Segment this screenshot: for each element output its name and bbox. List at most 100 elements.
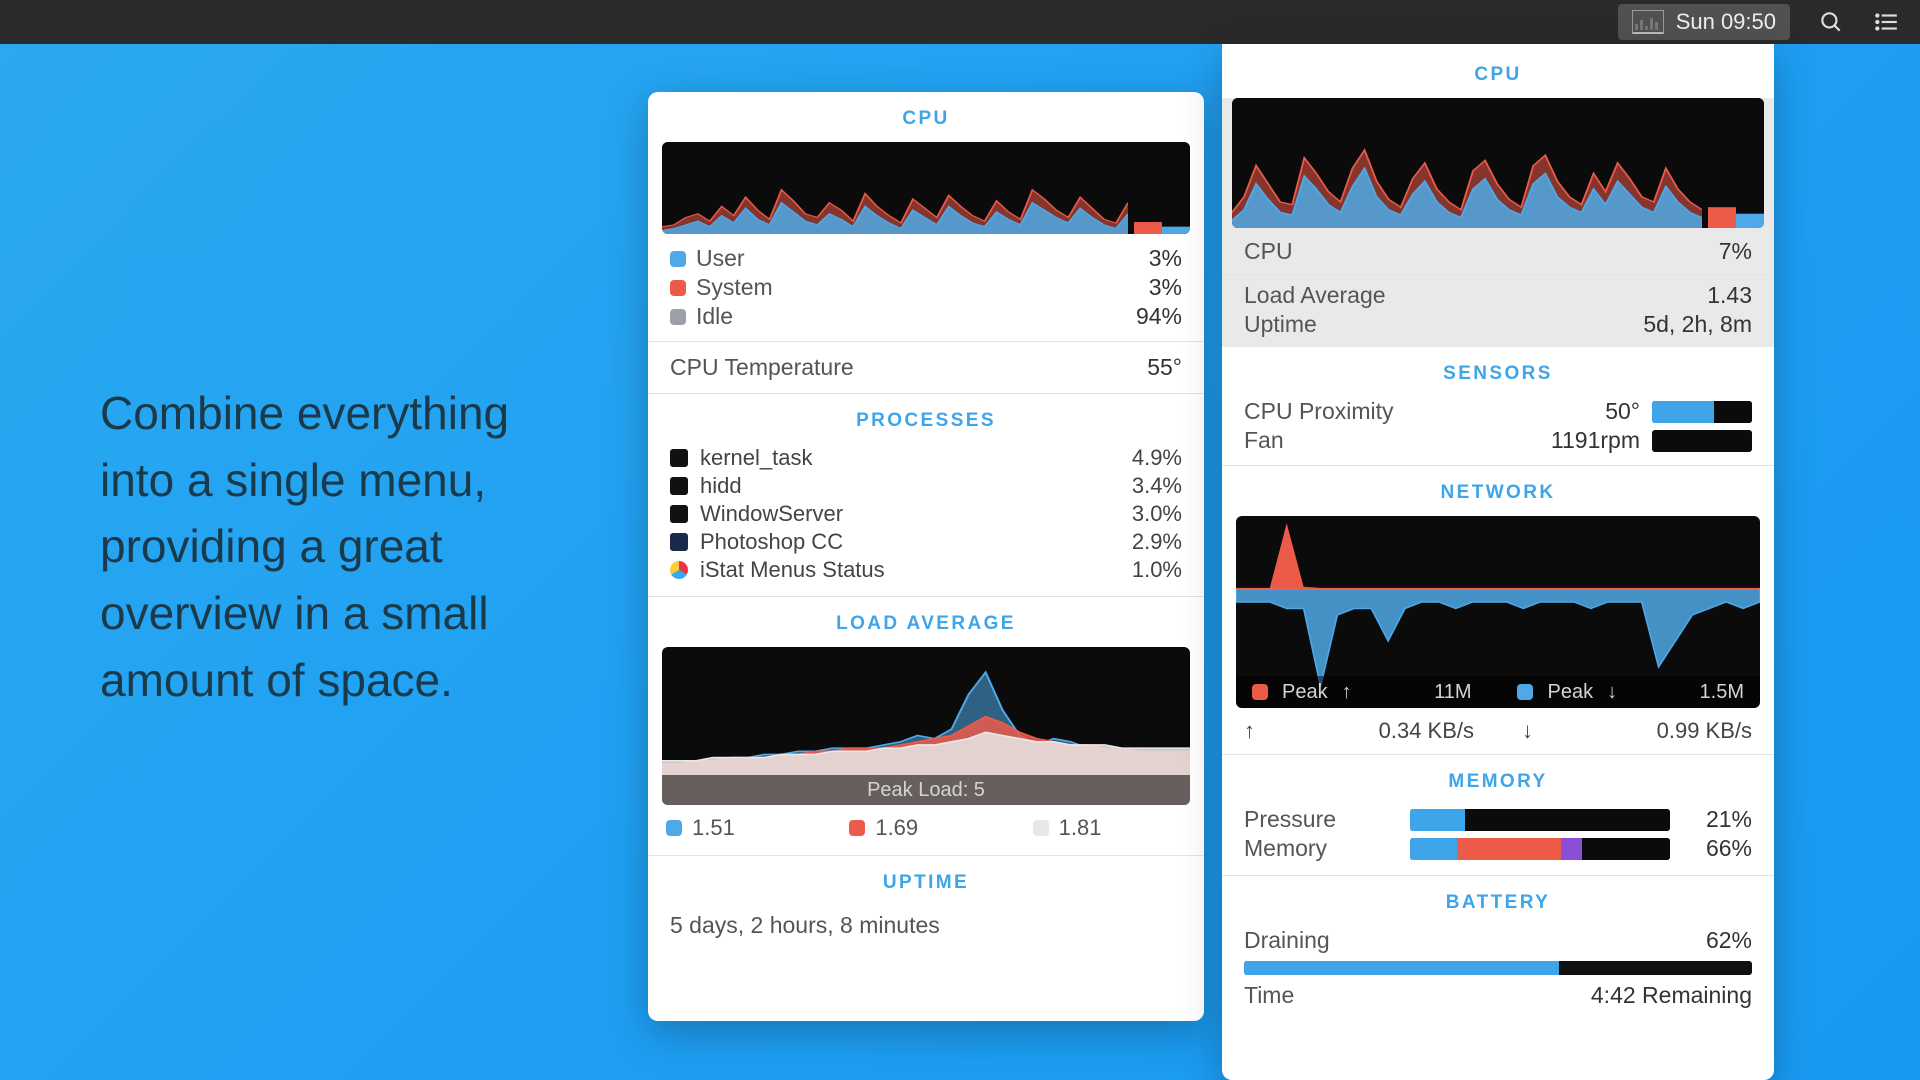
cpu-sparkline-r	[1232, 98, 1702, 228]
section-title-memory: MEMORY	[1222, 755, 1774, 805]
legend-value: 3%	[1149, 245, 1182, 272]
sensor-label: CPU Proximity	[1244, 398, 1605, 425]
pressure-value: 21%	[1706, 806, 1752, 833]
peak-up-value: 11M	[1434, 681, 1471, 704]
uptime-value-r: 5d, 2h, 8m	[1643, 311, 1752, 338]
load-avg-cell: 1.51	[666, 815, 819, 841]
load-avg-label: Load Average	[1244, 282, 1386, 309]
legend-value: 3%	[1149, 274, 1182, 301]
cpu-graph	[662, 142, 1190, 234]
cpu-temp-label: CPU Temperature	[670, 354, 854, 381]
section-title-uptime: UPTIME	[648, 856, 1204, 906]
cpu-temp-value: 55°	[1147, 354, 1182, 381]
legend-label: System	[696, 274, 773, 301]
peak-dn-label: Peak	[1547, 681, 1593, 704]
cpu-graph-side-r	[1708, 98, 1764, 228]
sensor-label: Fan	[1244, 427, 1551, 454]
process-row[interactable]: Photoshop CC 2.9%	[648, 528, 1204, 556]
section-title-load: LOAD AVERAGE	[648, 597, 1204, 647]
cpu-legend-row: System 3%	[648, 273, 1204, 302]
legend-dot-up	[1252, 684, 1268, 700]
load-graph: Peak Load: 5	[662, 647, 1190, 805]
cpu-legend-row: User3%	[648, 244, 1204, 273]
cpu-graph-r	[1232, 98, 1764, 228]
legend-dot	[670, 251, 686, 267]
pressure-bar	[1410, 809, 1670, 831]
pressure-label: Pressure	[1244, 806, 1374, 833]
cpu-summary-value: 7%	[1719, 238, 1752, 265]
load-avg-num: 1.69	[875, 815, 918, 841]
legend-dot	[666, 820, 682, 836]
process-name: iStat Menus Status	[700, 557, 885, 583]
arrow-down-icon: ↓	[1607, 681, 1617, 704]
process-name: Photoshop CC	[700, 529, 843, 555]
battery-time-label: Time	[1244, 982, 1294, 1009]
sensor-value: 1191rpm	[1551, 427, 1640, 454]
section-title-cpu: CPU	[648, 92, 1204, 142]
process-app-icon	[670, 533, 688, 551]
process-app-icon	[670, 477, 688, 495]
process-name: kernel_task	[700, 445, 813, 471]
section-title-battery: BATTERY	[1222, 876, 1774, 926]
section-title-network: NETWORK	[1222, 466, 1774, 516]
load-avg-value: 1.43	[1707, 282, 1752, 309]
sensor-bar	[1652, 401, 1752, 423]
load-avg-num: 1.81	[1059, 815, 1102, 841]
network-graph: Peak ↑ 11M Peak ↓ 1.5M	[1236, 516, 1760, 708]
uptime-label-r: Uptime	[1244, 311, 1317, 338]
sensor-value: 50°	[1605, 398, 1640, 425]
legend-dot	[1033, 820, 1049, 836]
process-row[interactable]: iStat Menus Status1.0%	[648, 556, 1204, 584]
search-icon[interactable]	[1818, 9, 1844, 35]
memory-label: Memory	[1244, 835, 1374, 862]
load-avg-num: 1.51	[692, 815, 735, 841]
load-avg-cell: 1.69	[849, 815, 1002, 841]
process-app-icon	[670, 449, 688, 467]
sensor-bar	[1652, 430, 1752, 452]
section-title-processes: PROCESSES	[648, 394, 1204, 444]
arrow-up-icon: ↑	[1342, 681, 1352, 704]
battery-bar-fill	[1244, 961, 1559, 975]
battery-status-value: 62%	[1706, 927, 1752, 954]
process-row[interactable]: WindowServer 3.0%	[648, 500, 1204, 528]
rate-dn-arrow-icon: ↓	[1522, 718, 1533, 744]
memory-value: 66%	[1706, 835, 1752, 862]
peak-dn-value: 1.5M	[1700, 681, 1744, 704]
cpu-graph-side	[1134, 142, 1190, 234]
legend-dot	[849, 820, 865, 836]
cpu-summary-label: CPU	[1244, 238, 1293, 265]
legend-dot	[670, 280, 686, 296]
network-peak-legend: Peak ↑ 11M Peak ↓ 1.5M	[1236, 676, 1760, 708]
menubar-clock: Sun 09:50	[1676, 9, 1776, 35]
mini-graph-icon	[1632, 10, 1664, 34]
load-peak-strip: Peak Load: 5	[662, 775, 1190, 805]
peak-up-label: Peak	[1282, 681, 1328, 704]
process-name: hidd	[700, 473, 742, 499]
process-row[interactable]: kernel_task 4.9%	[648, 444, 1204, 472]
panel-left: CPU User3%System3%Idle94% CPU Temperatur…	[648, 92, 1204, 1021]
process-cpu: 4.9%	[1132, 445, 1182, 471]
legend-dot	[670, 309, 686, 325]
process-app-icon	[670, 561, 688, 579]
menubar: Sun 09:50	[0, 0, 1920, 44]
menubar-app-istat[interactable]: Sun 09:50	[1618, 4, 1790, 40]
sensor-row: Fan1191rpm	[1222, 426, 1774, 455]
network-rates: ↑ 0.34 KB/s ↓ 0.99 KB/s	[1222, 708, 1774, 754]
process-cpu: 2.9%	[1132, 529, 1182, 555]
battery-time-value: 4:42 Remaining	[1591, 982, 1752, 1009]
section-title-cpu-r: CPU	[1222, 44, 1774, 98]
battery-bar	[1244, 961, 1752, 975]
rate-up-value: 0.34 KB/s	[1379, 718, 1474, 744]
rate-dn-value: 0.99 KB/s	[1657, 718, 1752, 744]
legend-dot-dn	[1517, 684, 1533, 700]
panel-right: CPU CPU 7% Load Average 1.43 Uptime 5d, …	[1222, 44, 1774, 1080]
memory-bar	[1410, 838, 1670, 860]
list-icon[interactable]	[1872, 9, 1900, 35]
process-name: WindowServer	[700, 501, 843, 527]
rate-up-arrow-icon: ↑	[1244, 718, 1255, 744]
process-row[interactable]: hidd3.4%	[648, 472, 1204, 500]
section-title-sensors: SENSORS	[1222, 347, 1774, 397]
process-cpu: 3.0%	[1132, 501, 1182, 527]
legend-value: 94%	[1136, 303, 1182, 330]
uptime-value: 5 days, 2 hours, 8 minutes	[648, 906, 1204, 957]
